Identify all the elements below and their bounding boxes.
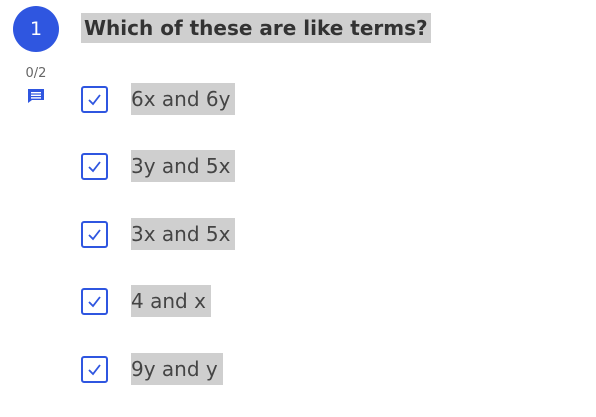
option-label: 3x and 5x: [131, 218, 236, 250]
option-label: 9y and y: [131, 353, 223, 385]
check-icon: [88, 160, 101, 172]
option-checkbox[interactable]: [81, 355, 108, 383]
check-icon: [88, 93, 101, 105]
option-label: 3y and 5x: [131, 150, 236, 182]
option-label: 6x and 6y: [131, 83, 236, 115]
option-item[interactable]: 9y and y: [81, 352, 223, 386]
option-checkbox[interactable]: [81, 287, 108, 315]
option-item[interactable]: 6x and 6y: [81, 82, 236, 116]
check-icon: [88, 228, 101, 240]
comment-icon[interactable]: [27, 88, 45, 104]
check-icon: [88, 363, 101, 375]
option-checkbox[interactable]: [81, 152, 108, 180]
option-item[interactable]: 3x and 5x: [81, 217, 236, 251]
option-item[interactable]: 4 and x: [81, 284, 211, 318]
option-checkbox[interactable]: [81, 220, 108, 248]
check-icon: [88, 295, 101, 307]
question-number-badge: 1: [13, 6, 59, 52]
option-item[interactable]: 3y and 5x: [81, 149, 236, 183]
question-text: Which of these are like terms?: [81, 13, 431, 43]
score-label: 0/2: [25, 66, 47, 81]
option-checkbox[interactable]: [81, 85, 108, 113]
option-label: 4 and x: [131, 285, 211, 317]
